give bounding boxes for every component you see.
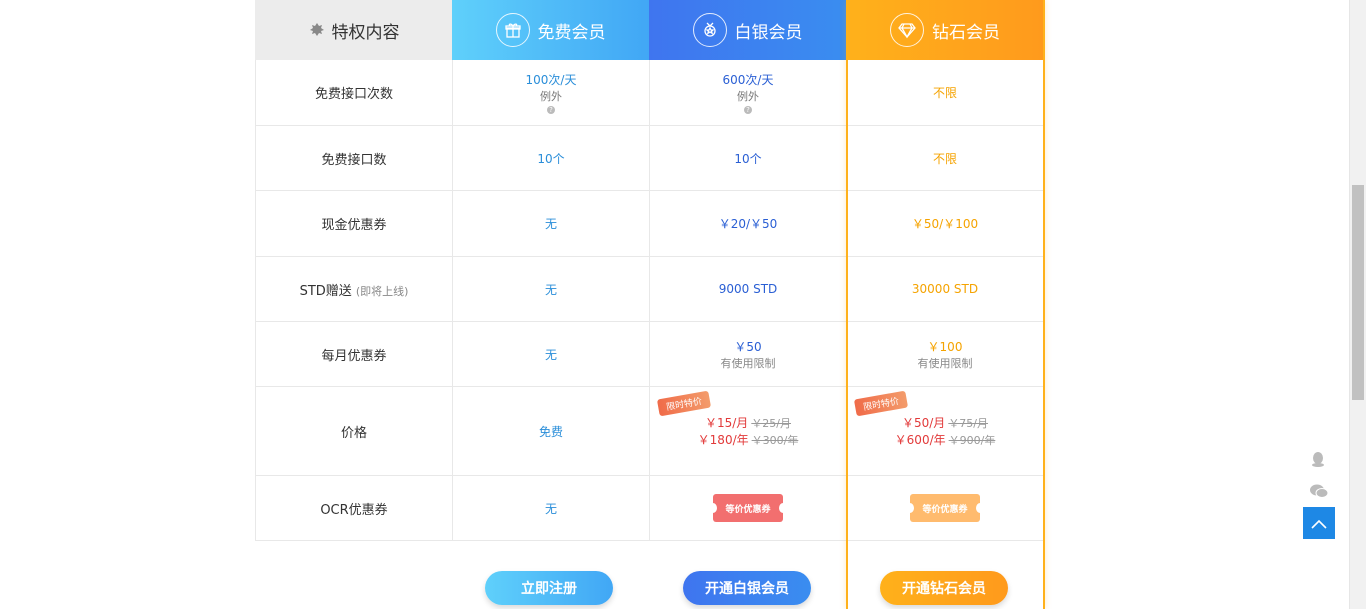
diamond-cell: 不限 — [846, 126, 1044, 190]
header-label: 特权内容 — [331, 22, 400, 43]
table-row: 每月优惠券 无 ￥50 有使用限制 ￥100 有使用限制 — [255, 322, 1045, 387]
table-row: 价格 免费 限时特价 ￥15/月 ￥25/月 ￥180/年 ￥300/年 限时特价 … — [255, 387, 1045, 476]
silver-cell: 等价优惠券 — [649, 476, 846, 540]
old-price: ￥300/年 — [751, 434, 799, 447]
silver-price: 限时特价 ￥15/月 ￥25/月 ￥180/年 ￥300/年 — [649, 387, 846, 475]
free-cell: 无 — [452, 191, 649, 256]
sub-label: 例外 — [737, 90, 759, 103]
open-silver-button[interactable]: 开通白银会员 — [683, 571, 811, 605]
diamond-cell: 等价优惠券 — [846, 476, 1044, 540]
qq-icon[interactable] — [1309, 450, 1327, 468]
value: ￥50 — [734, 339, 762, 354]
row-label: 价格 — [255, 387, 452, 475]
register-button[interactable]: 立即注册 — [485, 571, 613, 605]
scrollbar-thumb[interactable] — [1352, 185, 1364, 400]
diamond-price: 限时特价 ￥50/月 ￥75/月 ￥600/年 ￥900/年 — [846, 387, 1044, 475]
value: 100次/天 — [525, 73, 577, 87]
header-label: 钻石会员 — [932, 22, 1000, 43]
promo-badge: 限时特价 — [656, 390, 712, 417]
diamond-icon — [890, 13, 924, 47]
free-price: 免费 — [452, 387, 649, 475]
usage-note: 有使用限制 — [720, 356, 776, 370]
diamond-cell: ￥50/￥100 — [846, 191, 1044, 256]
free-cell: 无 — [452, 476, 649, 540]
help-icon[interactable]: ? — [744, 106, 752, 114]
header-free: 免费会员 — [452, 0, 649, 60]
row-label: 免费接口次数 — [255, 60, 452, 125]
medal-icon — [692, 13, 727, 47]
vertical-scrollbar[interactable] — [1349, 0, 1366, 609]
header-privilege: 特权内容 — [255, 0, 452, 60]
month-price: ￥15/月 ￥25/月 — [705, 414, 791, 431]
old-price: ￥75/月 — [948, 417, 989, 430]
free-cell: 无 — [452, 257, 649, 321]
label-note: (即将上线) — [355, 284, 409, 298]
open-diamond-button[interactable]: 开通钻石会员 — [880, 571, 1008, 605]
table-row: 现金优惠券 无 ￥20/￥50 ￥50/￥100 — [255, 191, 1045, 257]
chevron-up-icon — [1311, 514, 1327, 533]
label-text: STD赠送 — [299, 283, 352, 299]
table-row: OCR优惠券 无 等价优惠券 等价优惠券 — [255, 476, 1045, 541]
row-label: STD赠送 (即将上线) — [255, 257, 452, 321]
usage-note: 有使用限制 — [917, 356, 973, 370]
year-price: ￥180/年 ￥300/年 — [698, 431, 799, 448]
diamond-cell: 不限 — [846, 60, 1044, 125]
coupon-ticket: 等价优惠券 — [709, 494, 787, 522]
row-label: 免费接口数 — [255, 126, 452, 190]
diamond-cell: ￥100 有使用限制 — [846, 322, 1044, 386]
back-to-top-button[interactable] — [1303, 507, 1335, 539]
silver-cell: 10个 — [649, 126, 846, 190]
row-label: OCR优惠券 — [255, 476, 452, 540]
table-row: 免费接口数 10个 10个 不限 — [255, 126, 1045, 191]
table-row: STD赠送 (即将上线) 无 9000 STD 30000 STD — [255, 257, 1045, 322]
silver-cell: ￥20/￥50 — [649, 191, 846, 256]
header-label: 白银会员 — [734, 22, 803, 43]
membership-table: 特权内容 免费会员 白银会员 钻石会员 免费接口次数 100次/天 例外 ? 6… — [255, 0, 1045, 609]
free-cell: 100次/天 例外 ? — [452, 60, 649, 125]
badge-icon — [308, 21, 326, 39]
current-price: ￥50/月 — [901, 416, 946, 430]
current-price: ￥600/年 — [894, 433, 946, 447]
free-cell: 10个 — [452, 126, 649, 190]
help-icon[interactable]: ? — [547, 106, 555, 114]
row-label: 现金优惠券 — [255, 191, 452, 256]
free-cell: 无 — [452, 322, 649, 386]
silver-cell: 9000 STD — [649, 257, 846, 321]
value: ￥100 — [927, 339, 963, 354]
year-price: ￥600/年 ￥900/年 — [895, 431, 996, 448]
wechat-icon[interactable] — [1309, 482, 1329, 500]
gift-icon — [495, 13, 530, 47]
header-diamond: 钻石会员 — [846, 0, 1044, 60]
row-label: 每月优惠券 — [255, 322, 452, 386]
month-price: ￥50/月 ￥75/月 — [902, 414, 988, 431]
header-silver: 白银会员 — [649, 0, 846, 60]
sub-label: 例外 — [540, 90, 562, 103]
silver-cell: ￥50 有使用限制 — [649, 322, 846, 386]
old-price: ￥900/年 — [948, 434, 996, 447]
header-label: 免费会员 — [537, 22, 606, 43]
diamond-cell: 30000 STD — [846, 257, 1044, 321]
table-row: 免费接口次数 100次/天 例外 ? 600次/天 例外 ? 不限 — [255, 60, 1045, 126]
coupon-ticket: 等价优惠券 — [906, 494, 984, 522]
silver-cell: 600次/天 例外 ? — [649, 60, 846, 125]
value: 600次/天 — [722, 73, 774, 87]
old-price: ￥25/月 — [751, 417, 792, 430]
current-price: ￥15/月 — [704, 416, 749, 430]
current-price: ￥180/年 — [697, 433, 749, 447]
promo-badge: 限时特价 — [853, 390, 909, 417]
